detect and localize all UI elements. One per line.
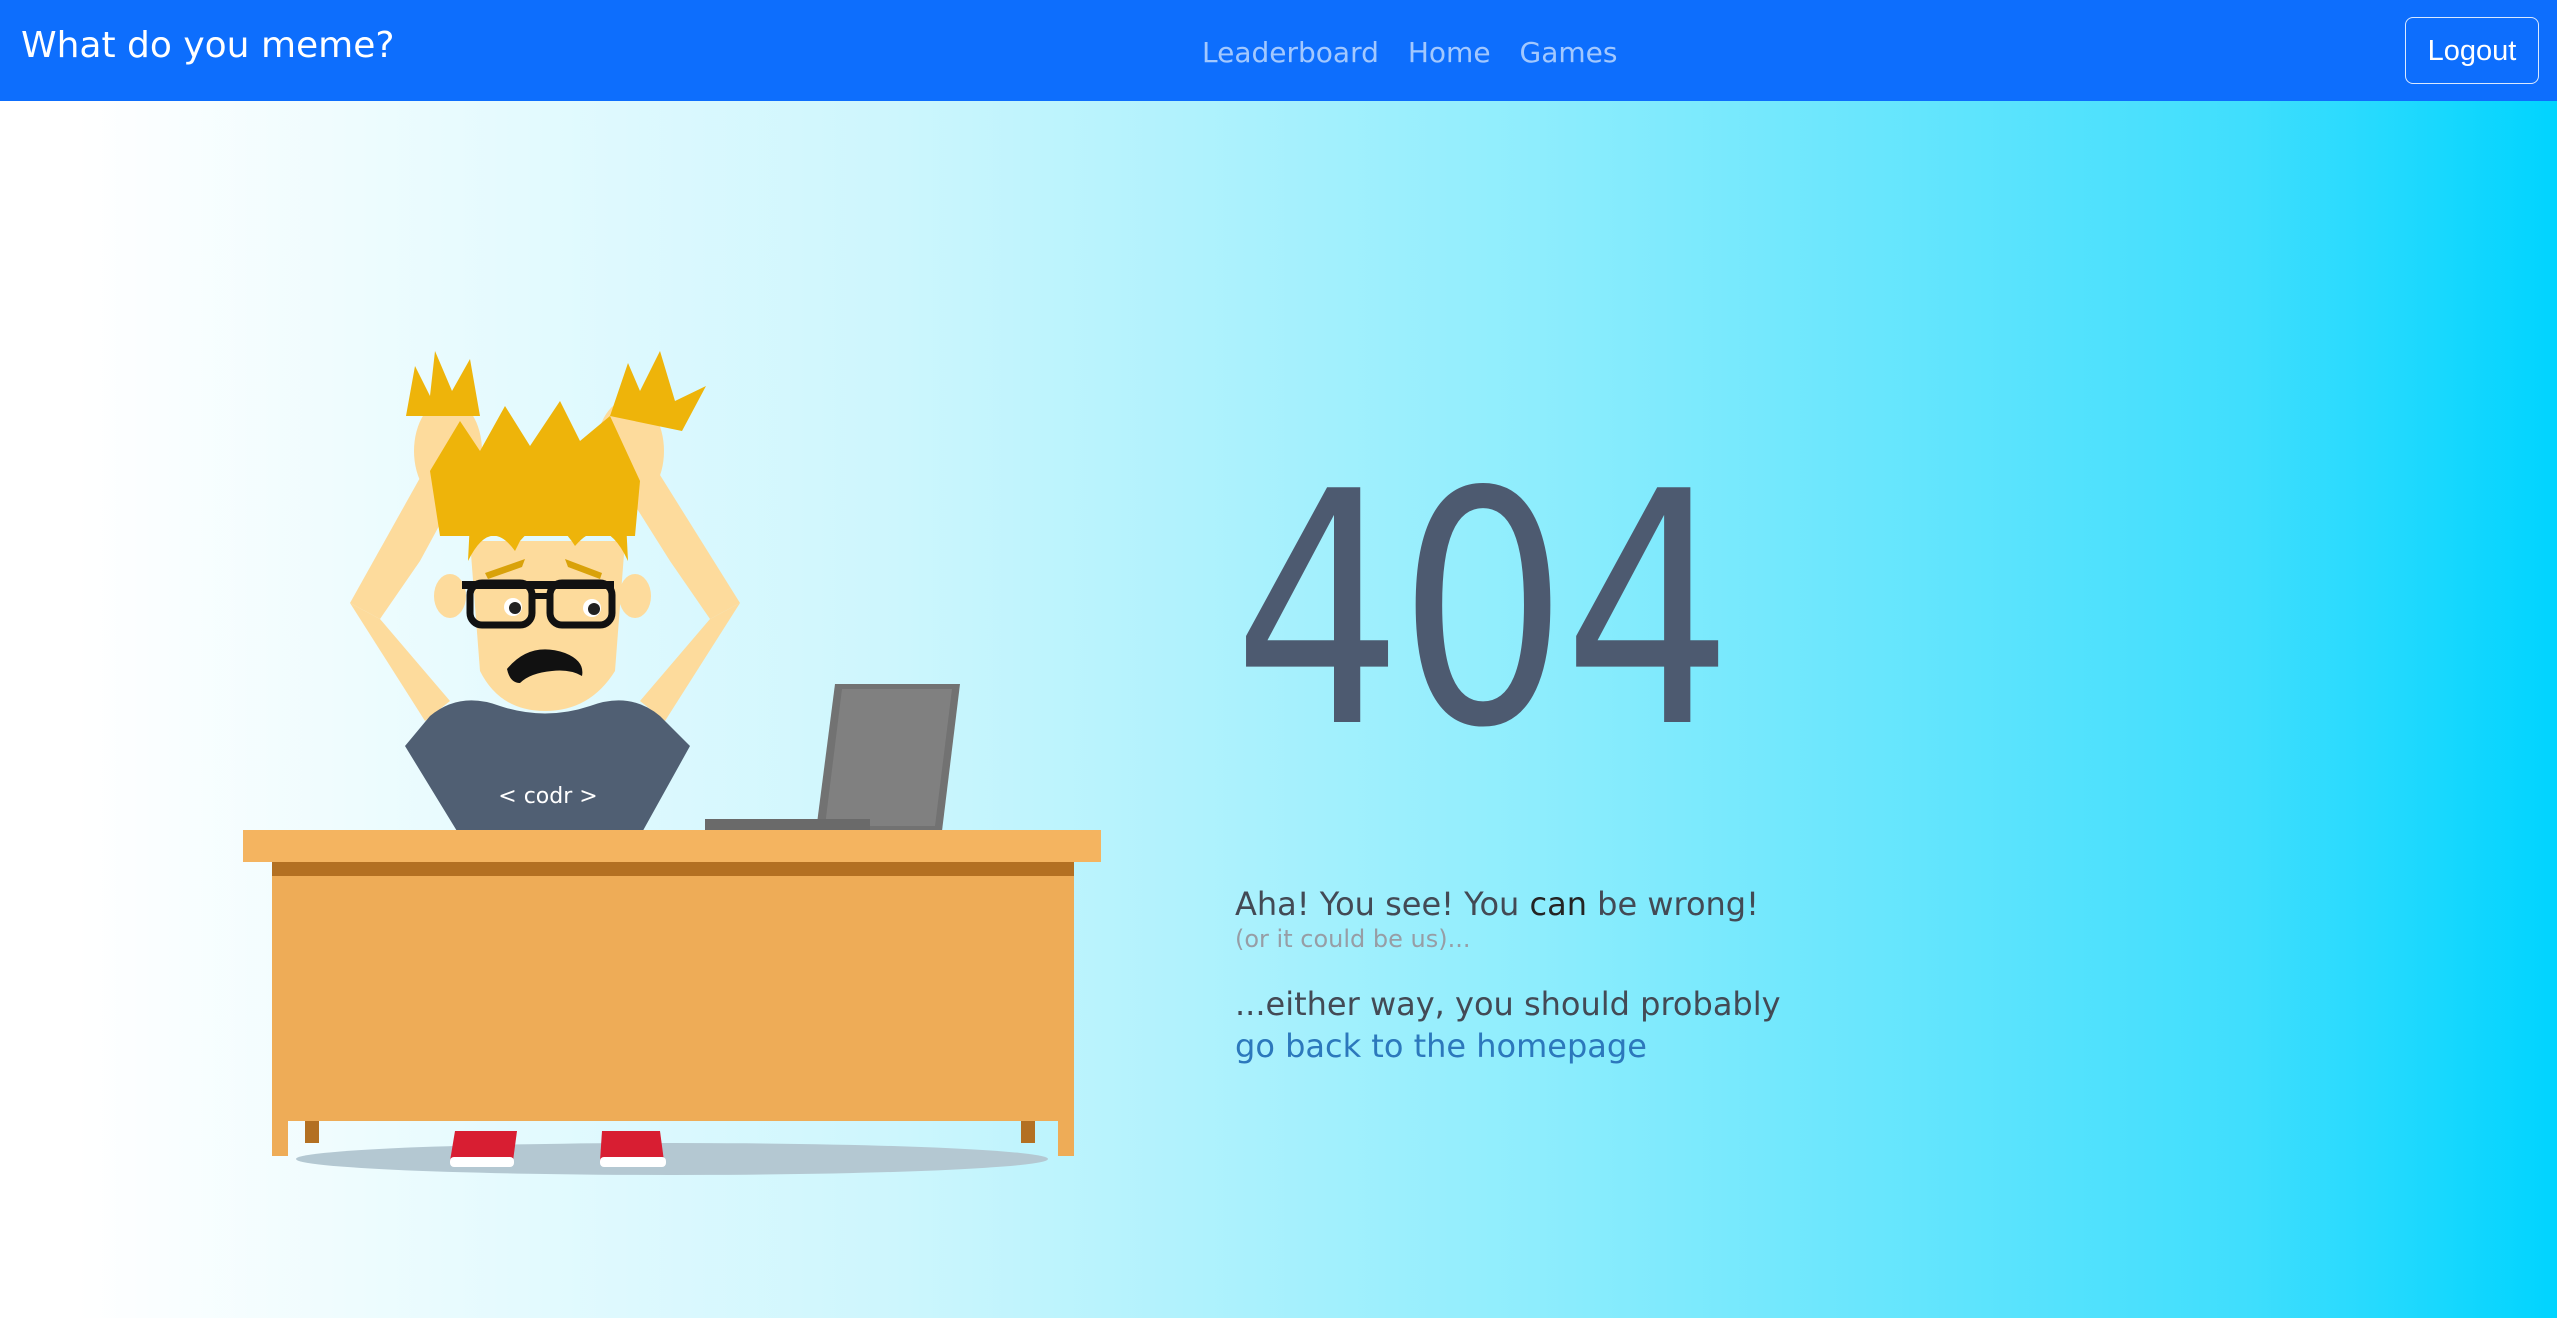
error-code: 404 <box>1233 423 1733 798</box>
desk-shadow <box>296 1143 1048 1175</box>
error-subline: (or it could be us)... <box>1235 925 1471 953</box>
error-page-main: < codr > 404 Aha! You see! You can be wr… <box>0 101 2557 1318</box>
shirt-text: < codr > <box>498 784 597 809</box>
nav-link-games[interactable]: Games <box>1520 30 1618 76</box>
top-navbar: What do you meme? Leaderboard Home Games… <box>0 0 2557 101</box>
nav-link-home[interactable]: Home <box>1408 30 1491 76</box>
error-message-emphasis: can <box>1529 885 1587 923</box>
error-message: Aha! You see! You can be wrong! <box>1235 882 1759 926</box>
homepage-link[interactable]: go back to the homepage <box>1235 1024 1647 1068</box>
error-message-part1: Aha! You see! You <box>1235 885 1530 923</box>
laptop-icon <box>705 684 960 831</box>
desk <box>243 830 1101 1156</box>
nav-link-leaderboard[interactable]: Leaderboard <box>1202 30 1379 76</box>
shirt: < codr > <box>405 700 690 836</box>
nav-links: Leaderboard Home Games <box>1202 30 1647 76</box>
frustrated-coder-illustration: < codr > <box>243 351 1101 1175</box>
brand-title[interactable]: What do you meme? <box>21 22 394 70</box>
error-message-part2: be wrong! <box>1586 885 1759 923</box>
error-either-text: ...either way, you should probably <box>1235 985 1781 1023</box>
logout-button[interactable]: Logout <box>2405 17 2539 84</box>
head <box>434 521 651 711</box>
